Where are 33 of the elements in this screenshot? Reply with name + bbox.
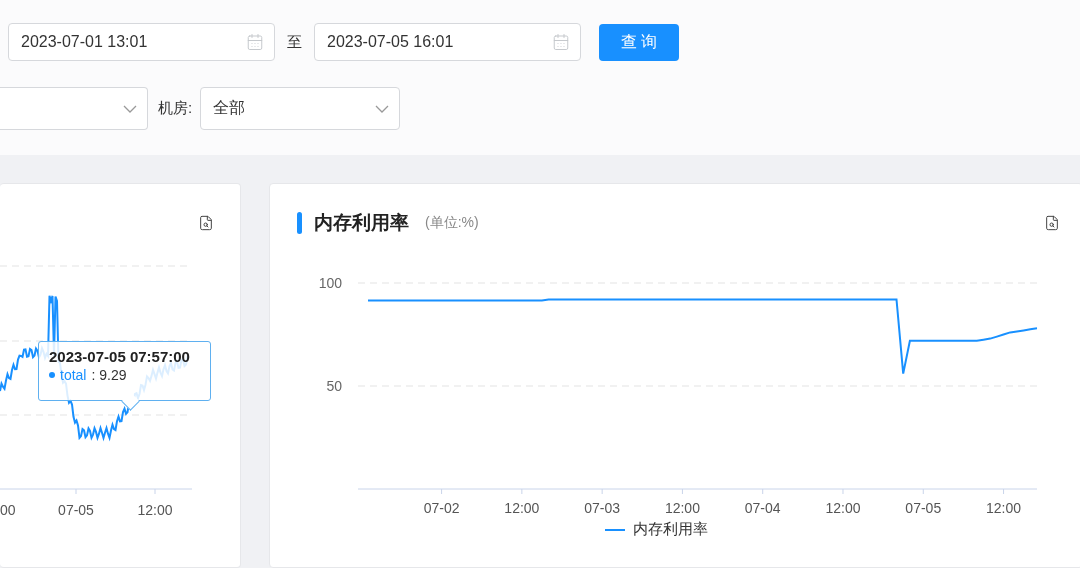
calendar-icon: [246, 33, 264, 51]
y-tick-label: 50: [326, 378, 342, 394]
chevron-down-icon: [123, 104, 137, 113]
file-search-icon[interactable]: [198, 215, 214, 231]
legend-line: [604, 528, 625, 531]
x-tick-label: 12:00: [986, 500, 1022, 516]
x-tick-label: 07-05: [58, 502, 94, 518]
unit-label: (单位:%): [425, 214, 479, 232]
chart-title: 内存利用率: [314, 211, 409, 235]
room-select[interactable]: 全部: [200, 87, 401, 130]
x-tick-label: 00: [0, 502, 16, 518]
chevron-down-icon: [375, 104, 390, 113]
range-separator: 至: [287, 32, 302, 52]
x-tick-label: 12:00: [504, 500, 540, 516]
x-tick-label: 12:00: [825, 500, 861, 516]
x-tick-label: 07-05: [905, 500, 942, 516]
x-tick-label: 07-04: [744, 500, 781, 516]
x-tick-label: 07-03: [584, 500, 621, 516]
y-tick-label: 100: [318, 275, 342, 291]
series-name: total: [60, 367, 87, 383]
room-label: 机房:: [158, 99, 193, 118]
select-field[interactable]: [0, 87, 148, 130]
x-tick-label: 12:00: [664, 500, 700, 516]
series-value: : 9.29: [91, 367, 127, 383]
x-tick-label: 12:00: [137, 502, 173, 518]
end-time-field[interactable]: 2023-07-05 16:01: [314, 23, 581, 61]
tooltip-title: 2023-07-05 07:57:00: [49, 348, 191, 365]
start-time-field[interactable]: 2023-07-01 13:01: [8, 23, 275, 61]
title-bar: [297, 212, 302, 234]
legend-label[interactable]: 内存利用率: [632, 520, 708, 539]
calendar-icon: [552, 33, 570, 51]
file-search-icon[interactable]: [1044, 215, 1060, 231]
x-tick-label: 07-02: [423, 500, 460, 516]
